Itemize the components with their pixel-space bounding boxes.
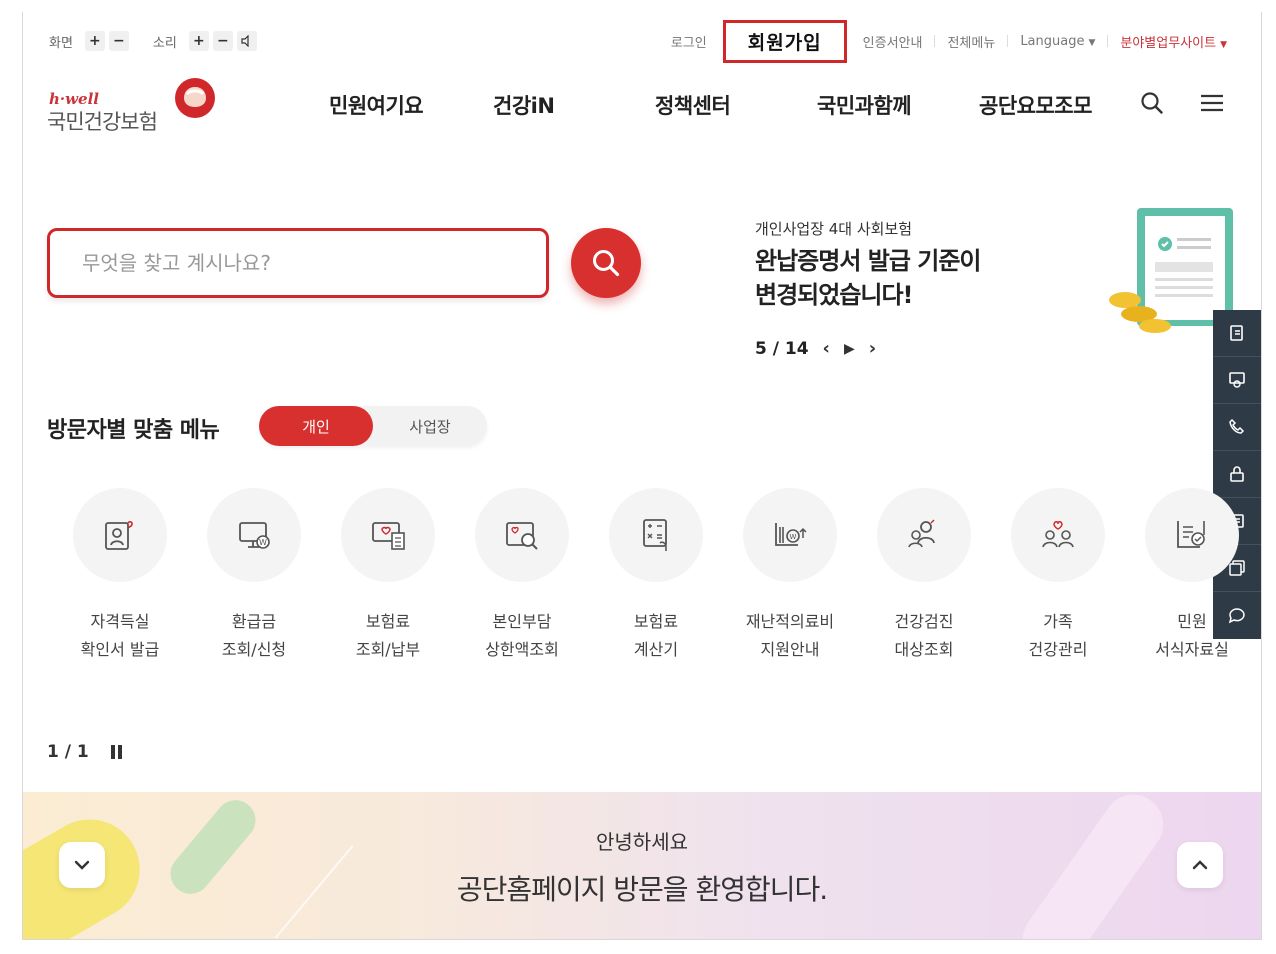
welcome-message: 공단홈페이지 방문을 환영합니다. — [456, 873, 828, 906]
hamburger-menu-icon[interactable] — [1197, 88, 1227, 118]
welcome-banner: 안녕하세요 공단홈페이지 방문을 환영합니다. — [23, 792, 1261, 939]
banner-title[interactable]: 완납증명서 발급 기준이 변경되었습니다! — [755, 244, 982, 312]
menu-item-health-check[interactable]: 건강검진 대상조회 — [857, 488, 991, 664]
search-icon — [593, 250, 620, 277]
main-navigation: 민원여기요 건강iN 정책센터 국민과함께 공단요모조모 — [329, 90, 1119, 120]
banner-title-line1: 완납증명서 발급 기준이 — [755, 247, 982, 275]
language-label: Language — [1020, 33, 1085, 49]
speaker-icon[interactable] — [236, 31, 257, 51]
menu-item-label: 건강검진 대상조회 — [894, 612, 954, 659]
accessibility-controls: 화면 + − 소리 + − — [49, 28, 275, 54]
tab-personal[interactable]: 개인 — [259, 406, 373, 446]
chevron-right-icon[interactable]: › — [869, 338, 876, 359]
zoom-in-button[interactable]: + — [84, 31, 105, 51]
nav-about-corp[interactable]: 공단요모조모 — [979, 90, 1119, 120]
utility-bar: 화면 + − 소리 + − 로그인 회원가입 인증서안내 전체메뉴 Langua… — [23, 19, 1261, 63]
pager-counter: 1 / 1 — [47, 742, 89, 762]
certificate-guide-link[interactable]: 인증서안내 — [851, 32, 935, 51]
menu-item-insurance-pay[interactable]: 보험료 조회/납부 — [321, 488, 455, 664]
menu-item-label: 민원 서식자료실 — [1155, 612, 1229, 659]
menu-item-copay-limit[interactable]: 본인부담 상한액조회 — [455, 488, 589, 664]
certificate-icon[interactable] — [1213, 357, 1261, 404]
all-menu-link[interactable]: 전체메뉴 — [935, 32, 1007, 51]
banner-controls: 5 / 14 ‹ ▶ › — [755, 338, 876, 359]
tab-business[interactable]: 사업장 — [373, 406, 487, 446]
forms-library-icon — [1145, 488, 1239, 582]
chevron-left-icon[interactable]: ‹ — [823, 338, 830, 359]
nav-civil-service[interactable]: 민원여기요 — [329, 90, 493, 120]
menu-item-label: 자격득실 확인서 발급 — [80, 612, 160, 659]
logo-mark-icon — [175, 78, 215, 118]
logo-korean: 국민건강보험 — [47, 110, 158, 134]
medical-support-icon: W — [743, 488, 837, 582]
welcome-hello: 안녕하세요 — [596, 830, 688, 854]
search-button[interactable] — [571, 228, 641, 298]
phone-call-icon[interactable] — [1213, 404, 1261, 451]
nav-with-citizens[interactable]: 국민과함께 — [817, 90, 979, 120]
banner-subtitle: 개인사업장 4대 사회보험 — [755, 220, 913, 238]
signup-link[interactable]: 회원가입 — [722, 19, 847, 63]
search-icon[interactable] — [1137, 88, 1167, 118]
menu-item-label: 본인부담 상한액조회 — [485, 612, 559, 659]
menu-item-family-health[interactable]: 가족 건강관리 — [991, 488, 1125, 664]
refund-monitor-icon: W — [207, 488, 301, 582]
caret-down-icon: ▼ — [1088, 37, 1096, 48]
caret-down-icon: ▼ — [1220, 39, 1227, 50]
nav-policy-center[interactable]: 정책센터 — [655, 90, 817, 120]
family-site-select[interactable]: 분야별업무사이트 ▼ — [1108, 32, 1239, 51]
user-check-icon — [73, 488, 167, 582]
people-search-icon — [877, 488, 971, 582]
family-icon — [1011, 488, 1105, 582]
menu-item-forms-library[interactable]: 민원 서식자료실 — [1125, 488, 1259, 664]
utility-links: 로그인 회원가입 인증서안내 전체메뉴 Language ▼ 분야별업무사이트 ▼ — [659, 19, 1239, 63]
menu-pager: 1 / 1 — [47, 742, 122, 762]
volume-up-button[interactable]: + — [188, 31, 209, 51]
pause-icon[interactable] — [110, 745, 122, 759]
menu-item-label: 보험료 계산기 — [633, 612, 679, 659]
volume-down-button[interactable]: − — [212, 31, 233, 51]
banner-title-line2: 변경되었습니다! — [755, 281, 914, 309]
chevron-down-icon[interactable] — [59, 842, 105, 888]
menu-item-label: 재난적의료비 지원안내 — [745, 612, 835, 659]
login-link[interactable]: 로그인 — [659, 32, 719, 51]
menu-item-label: 가족 건강관리 — [1028, 612, 1088, 659]
menu-item-qualification[interactable]: 자격득실 확인서 발급 — [53, 488, 187, 664]
decor-shape — [1011, 792, 1175, 939]
visitor-menu-list: 자격득실 확인서 발급 W 환급금 조회/신청 보험료 조회/납부 본인부담 상… — [53, 488, 1239, 664]
svg-text:W: W — [259, 538, 267, 547]
insurance-pay-icon — [341, 488, 435, 582]
calculator-icon — [609, 488, 703, 582]
chevron-up-icon[interactable] — [1177, 842, 1223, 888]
search-field-container — [47, 228, 549, 298]
visitor-type-toggle: 개인 사업장 — [259, 406, 487, 446]
visitor-menu-title: 방문자별 맞춤 메뉴 — [47, 418, 220, 443]
search-input[interactable] — [82, 251, 512, 275]
screen-label: 화면 — [49, 35, 73, 51]
sound-label: 소리 — [152, 35, 177, 51]
zoom-out-button[interactable]: − — [108, 31, 129, 51]
play-icon[interactable]: ▶ — [844, 341, 855, 357]
site-logo[interactable]: h·well 국민건강보험 — [47, 76, 217, 136]
menu-item-refund[interactable]: W 환급금 조회/신청 — [187, 488, 321, 664]
banner-counter: 5 / 14 — [755, 338, 809, 359]
document-transfer-icon[interactable] — [1213, 310, 1261, 357]
menu-item-label: 보험료 조회/납부 — [355, 612, 421, 659]
nav-health-in[interactable]: 건강iN — [493, 90, 655, 120]
menu-item-calculator[interactable]: 보험료 계산기 — [589, 488, 723, 664]
page-frame: 화면 + − 소리 + − 로그인 회원가입 인증서안내 전체메뉴 Langua… — [22, 12, 1262, 940]
menu-item-medical-support[interactable]: W 재난적의료비 지원안내 — [723, 488, 857, 664]
language-select[interactable]: Language ▼ — [1008, 34, 1107, 49]
svg-text:W: W — [790, 533, 797, 541]
family-site-label: 분야별업무사이트 — [1120, 35, 1217, 51]
search-document-icon — [475, 488, 569, 582]
menu-item-label: 환급금 조회/신청 — [221, 612, 287, 659]
